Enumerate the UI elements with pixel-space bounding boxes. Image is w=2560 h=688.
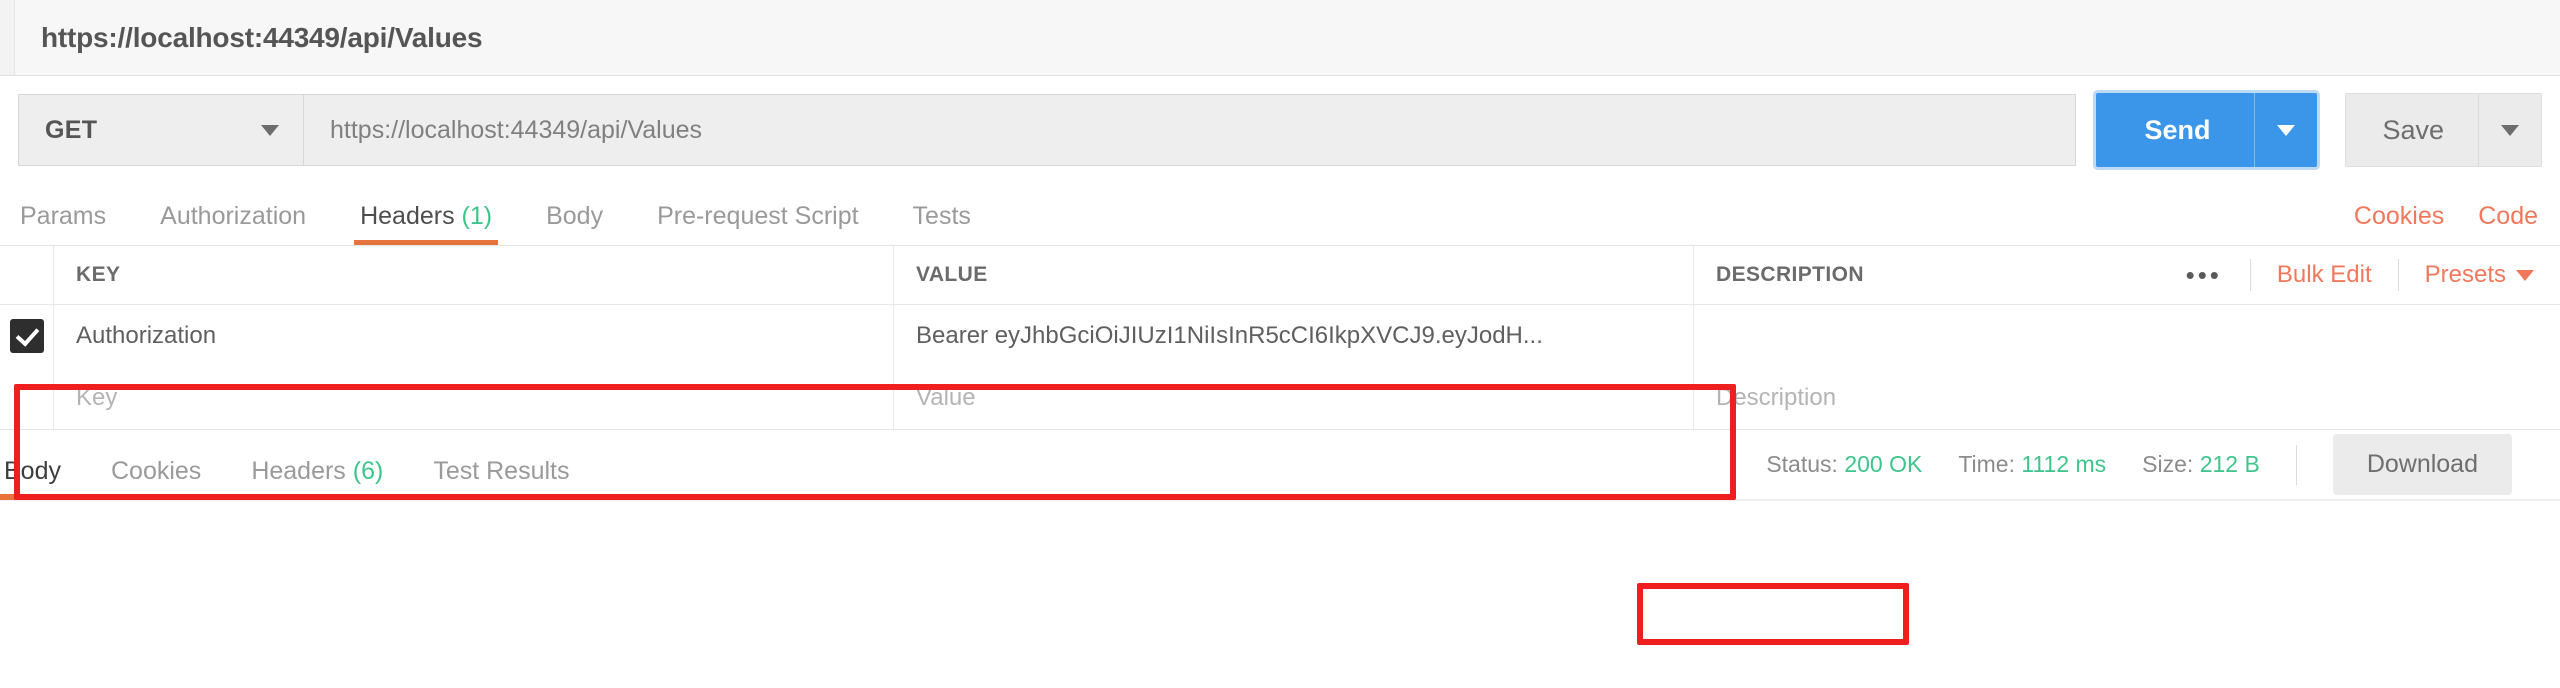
size-badge: Size: 212 B: [2142, 451, 2260, 478]
header-row-check-spacer: [0, 246, 54, 304]
response-tab-test-results-label: Test Results: [433, 456, 570, 485]
http-method-select[interactable]: GET: [18, 94, 303, 166]
response-tab-cookies[interactable]: Cookies: [111, 457, 201, 500]
actions-divider-1: [2249, 259, 2251, 291]
response-tab-headers-count: (6): [352, 456, 384, 485]
request-tab-title[interactable]: https://localhost:44349/api/Values: [15, 22, 483, 54]
header-enabled-checkbox[interactable]: [0, 305, 54, 367]
save-options-button[interactable]: [2479, 94, 2541, 166]
tab-strip-left-edge: [0, 0, 15, 75]
tab-tests-label: Tests: [912, 202, 971, 230]
save-button[interactable]: Save: [2345, 93, 2542, 167]
send-button-label: Send: [2144, 114, 2211, 145]
time-value: 1112 ms: [2021, 451, 2107, 477]
request-url-text: https://localhost:44349/api/Values: [330, 115, 703, 144]
placeholder-key-text: Key: [76, 384, 118, 411]
bulk-edit-button[interactable]: Bulk Edit: [2257, 261, 2392, 289]
presets-button[interactable]: Presets: [2405, 261, 2526, 289]
headers-table-actions: ••• Bulk Edit Presets: [1864, 259, 2560, 291]
table-row[interactable]: Authorization Bearer eyJhbGciOiJIUzI1NiI…: [0, 305, 2560, 367]
placeholder-key-input[interactable]: Key: [54, 367, 894, 429]
response-meta: Status: 200 OK Time: 1112 ms Size: 212 B…: [1766, 434, 2538, 495]
send-button[interactable]: Send: [2096, 93, 2318, 167]
header-key-cell[interactable]: Authorization: [54, 305, 894, 367]
save-button-label: Save: [2382, 114, 2444, 145]
code-link[interactable]: Code: [2478, 202, 2538, 231]
request-url-input[interactable]: https://localhost:44349/api/Values: [303, 94, 2077, 166]
request-tabs-actions: Cookies Code: [2320, 202, 2538, 245]
header-value-cell[interactable]: Bearer eyJhbGciOiJIUzI1NiIsInR5cCI6IkpXV…: [894, 305, 1694, 367]
chevron-down-icon: [261, 124, 279, 136]
chevron-down-icon: [2277, 124, 2296, 136]
response-tab-test-results[interactable]: Test Results: [433, 457, 569, 500]
response-body-area: [0, 500, 2560, 545]
placeholder-description-text: Description: [1716, 384, 1837, 411]
status-badge: Status: 200 OK: [1766, 451, 1922, 478]
more-options-icon[interactable]: •••: [2164, 262, 2244, 288]
checkbox-checked-icon: [9, 319, 44, 353]
send-options-button[interactable]: [2255, 93, 2317, 167]
response-tab-body[interactable]: Body: [0, 456, 61, 500]
tab-headers[interactable]: Headers (1): [354, 202, 499, 245]
size-label: Size:: [2142, 451, 2194, 477]
status-label: Status:: [1766, 451, 1838, 477]
table-row-placeholder[interactable]: Key Value Description: [0, 367, 2560, 429]
column-header-key: KEY: [54, 246, 894, 304]
response-bar: Body Cookies Headers (6) Test Results St…: [0, 430, 2560, 500]
placeholder-checkbox-cell[interactable]: [0, 367, 54, 429]
tab-body[interactable]: Body: [546, 202, 603, 245]
tab-pre-request-script-label: Pre-request Script: [657, 202, 859, 230]
http-method-label: GET: [45, 115, 98, 144]
tab-authorization-label: Authorization: [160, 202, 307, 230]
placeholder-value-input[interactable]: Value: [894, 367, 1694, 429]
column-header-value: VALUE: [894, 246, 1694, 304]
time-label: Time:: [1958, 451, 2015, 477]
request-tabs-list: Params Authorization Headers (1) Body Pr…: [20, 202, 2320, 245]
tab-tests[interactable]: Tests: [913, 202, 971, 245]
download-button[interactable]: Download: [2332, 434, 2512, 495]
tab-authorization[interactable]: Authorization: [160, 202, 306, 245]
status-200-ok-highlight: [1637, 583, 1909, 645]
response-tab-headers-label: Headers: [251, 456, 346, 485]
response-tabs-list: Body Cookies Headers (6) Test Results: [0, 430, 1766, 500]
cookies-link[interactable]: Cookies: [2354, 202, 2444, 231]
headers-table: KEY VALUE DESCRIPTION ••• Bulk Edit Pres…: [0, 246, 2560, 430]
tab-pre-request-script[interactable]: Pre-request Script: [657, 202, 858, 245]
tab-headers-count: (1): [461, 202, 493, 230]
tab-params[interactable]: Params: [20, 202, 106, 245]
header-description-cell[interactable]: [1694, 305, 2560, 367]
meta-divider: [2295, 444, 2297, 485]
size-value: 212 B: [2199, 451, 2260, 477]
chevron-down-icon: [2501, 124, 2519, 136]
tab-headers-label: Headers: [360, 202, 455, 230]
response-tab-body-label: Body: [4, 456, 61, 485]
column-header-description-label: DESCRIPTION: [1716, 263, 1864, 286]
placeholder-description-input[interactable]: Description: [1694, 367, 2560, 429]
response-tab-cookies-label: Cookies: [110, 456, 202, 485]
placeholder-value-text: Value: [916, 384, 976, 411]
chevron-down-icon[interactable]: [2516, 269, 2534, 281]
tab-params-label: Params: [20, 202, 107, 230]
column-header-key-label: KEY: [76, 263, 121, 286]
header-key-text: Authorization: [76, 322, 217, 349]
header-value-text: Bearer eyJhbGciOiJIUzI1NiIsInR5cCI6IkpXV…: [916, 322, 1543, 349]
actions-divider-2: [2397, 259, 2399, 291]
tab-body-label: Body: [546, 202, 604, 230]
window-tab-strip: https://localhost:44349/api/Values: [0, 0, 2560, 76]
response-tab-headers[interactable]: Headers (6): [251, 457, 383, 500]
column-header-value-label: VALUE: [916, 263, 988, 286]
column-header-description: DESCRIPTION ••• Bulk Edit Presets: [1694, 246, 2560, 304]
headers-table-header-row: KEY VALUE DESCRIPTION ••• Bulk Edit Pres…: [0, 246, 2560, 305]
request-bar: GET https://localhost:44349/api/Values S…: [0, 76, 2560, 184]
time-badge: Time: 1112 ms: [1958, 451, 2106, 478]
request-tabs-bar: Params Authorization Headers (1) Body Pr…: [0, 184, 2560, 246]
status-value: 200 OK: [1844, 451, 1923, 477]
